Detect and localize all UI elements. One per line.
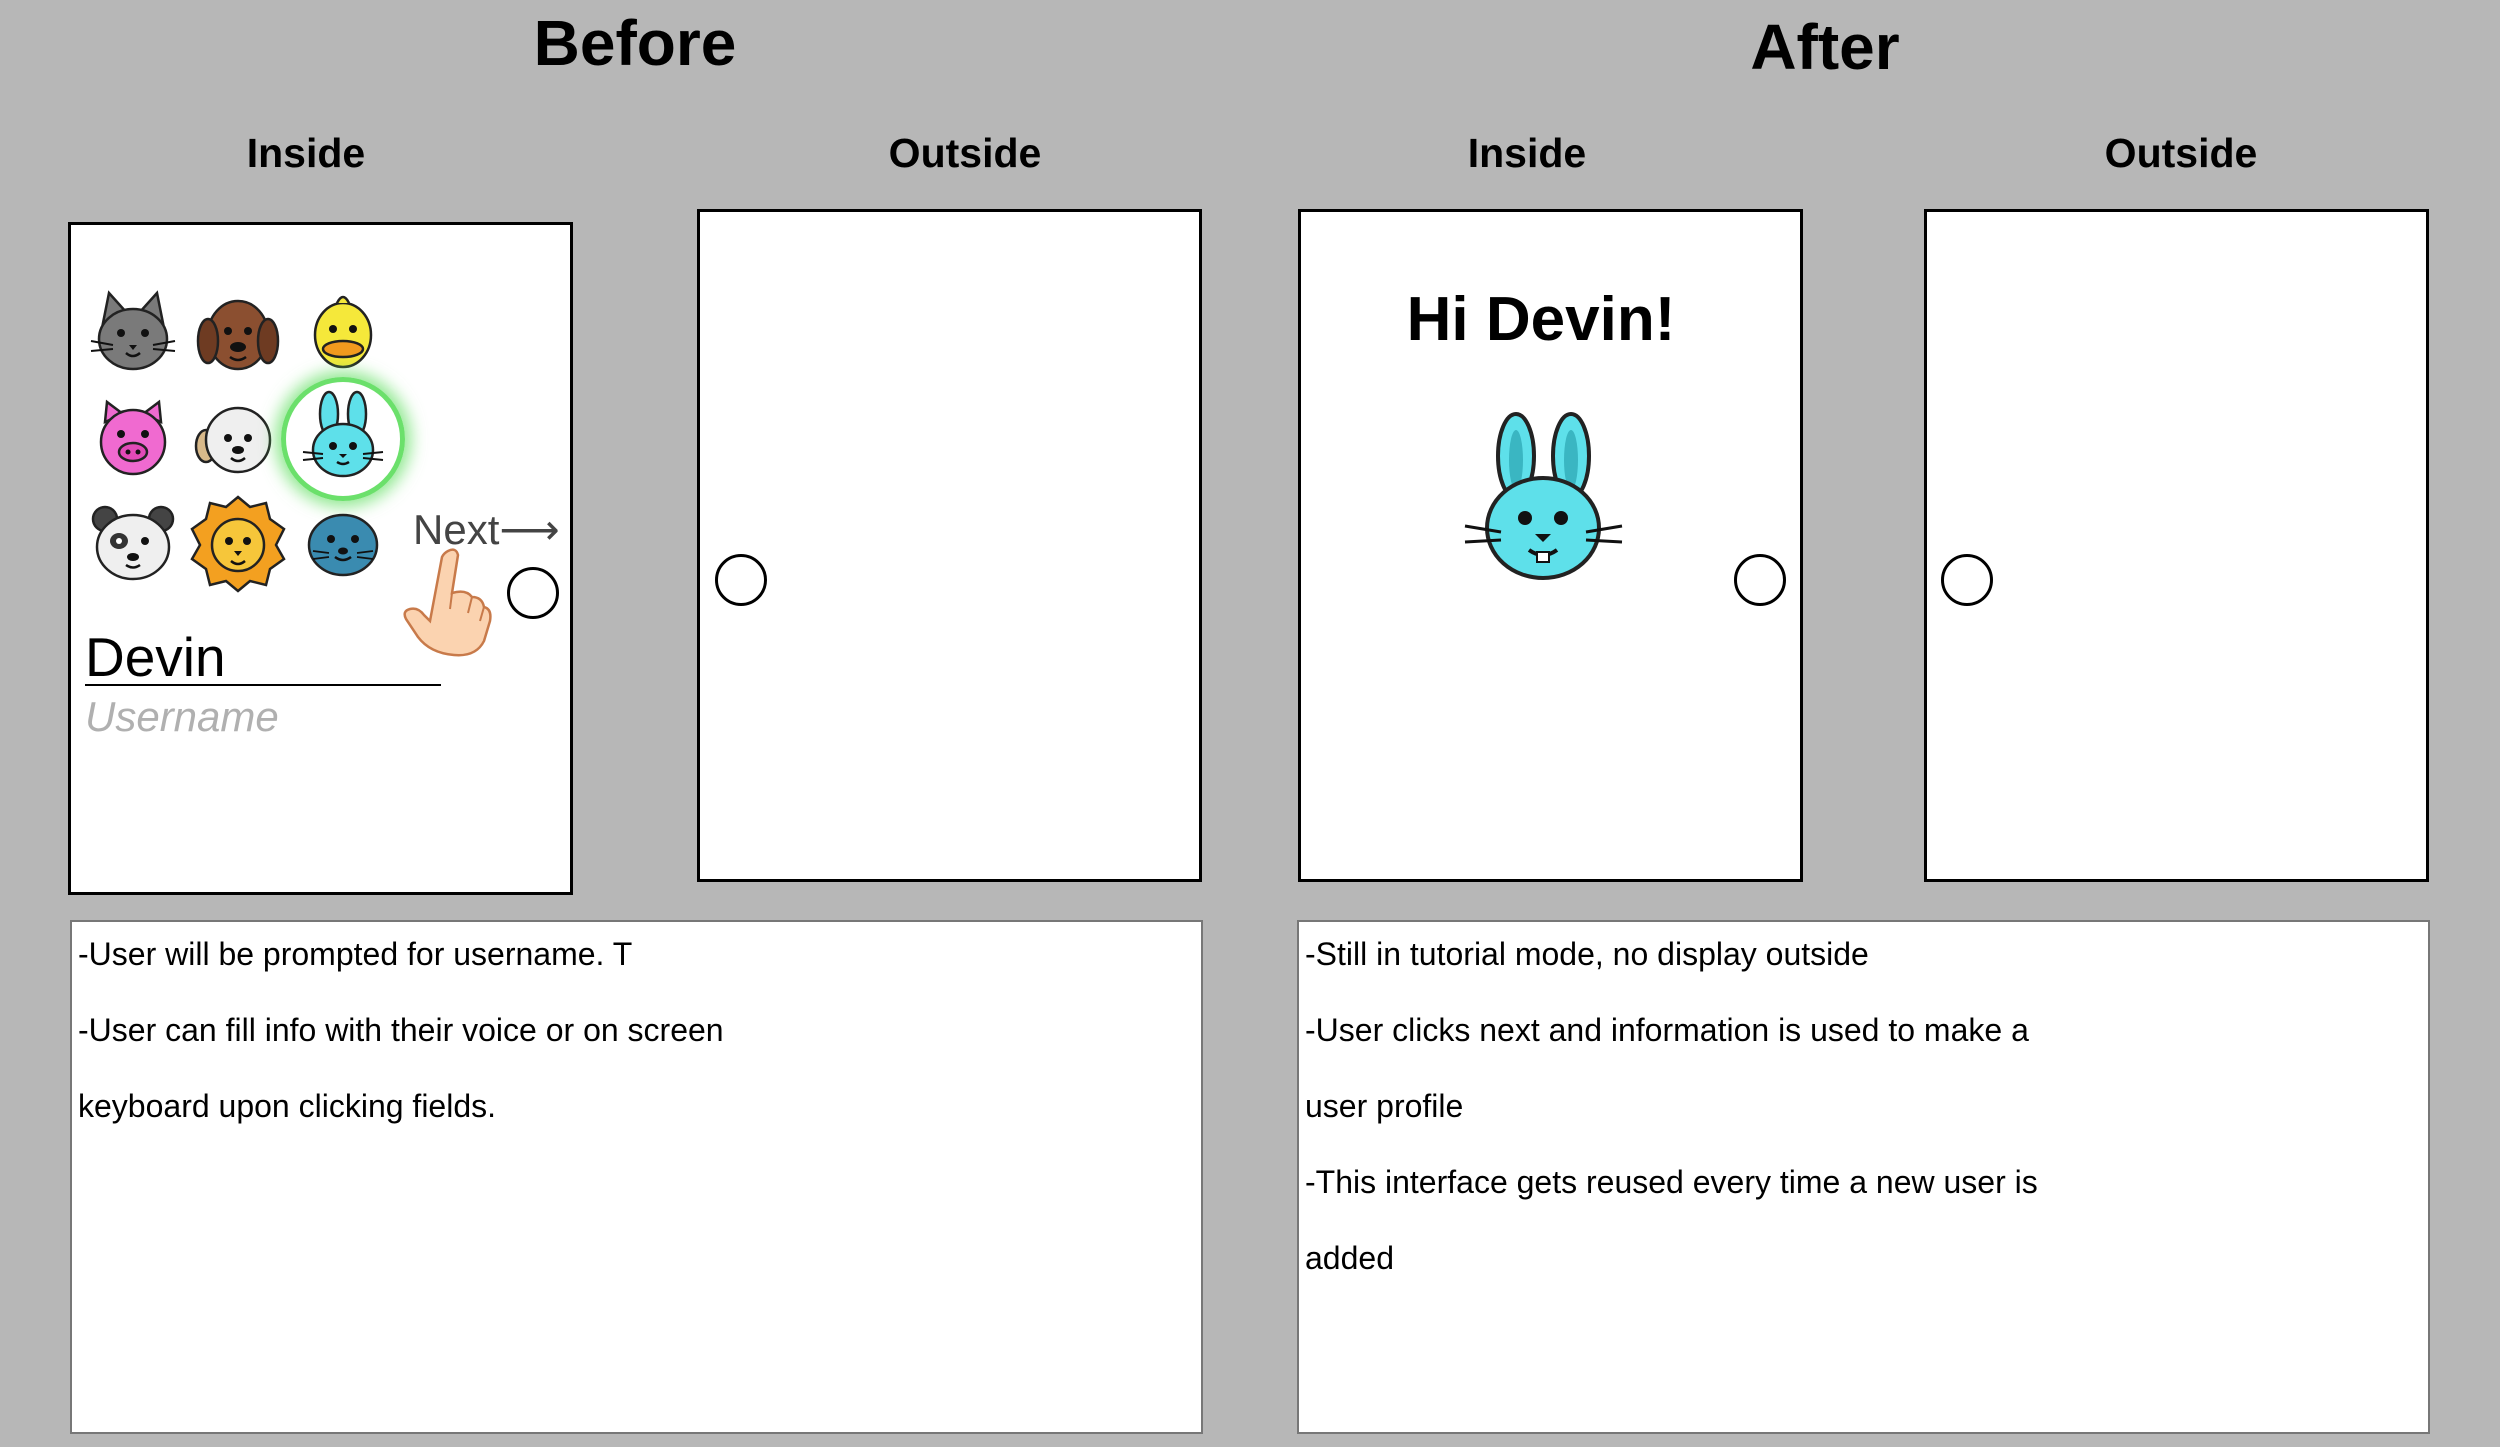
username-underline [85, 684, 441, 686]
after-outside-label: Outside [2104, 130, 2258, 176]
animal-grid [83, 283, 405, 603]
dog-avatar-icon[interactable] [188, 283, 288, 383]
door-handle [507, 567, 559, 619]
before-title: Before [533, 7, 737, 79]
after-inside-panel: Hi Devin! [1298, 209, 1803, 882]
after-inside-label: Inside [1467, 130, 1587, 176]
after-note-line: -Still in tutorial mode, no display outs… [1305, 936, 1869, 972]
before-outside-label: Outside [888, 130, 1042, 176]
seal-avatar-icon[interactable] [293, 493, 393, 593]
bunny-avatar-icon [1464, 412, 1623, 580]
bunny-avatar-icon[interactable] [293, 388, 393, 488]
after-notes: -Still in tutorial mode, no display outs… [1297, 920, 2430, 1434]
after-note-line: -User clicks next and information is use… [1305, 1012, 2029, 1048]
after-note-line: added [1305, 1240, 1394, 1276]
before-inside-panel: Next⟶ Devin Username [68, 222, 573, 895]
arrow-right-icon: ⟶ [499, 506, 560, 553]
lion-avatar-icon[interactable] [188, 493, 288, 593]
pig-avatar-icon[interactable] [83, 388, 183, 488]
before-inside-label: Inside [246, 130, 366, 176]
username-input[interactable]: Devin [85, 625, 226, 689]
after-outside-panel [1924, 209, 2429, 882]
before-note-line: -User will be prompted for username. T [78, 936, 633, 972]
before-notes: -User will be prompted for username. T -… [70, 920, 1203, 1434]
sheep-avatar-icon[interactable] [188, 388, 288, 488]
after-note-line: -This interface gets reused every time a… [1305, 1164, 2038, 1200]
before-note-line: keyboard upon clicking fields. [78, 1088, 497, 1124]
door-handle [1941, 554, 1993, 606]
username-field-label: Username [85, 693, 279, 740]
panda-avatar-icon[interactable] [83, 493, 183, 593]
after-note-line: user profile [1305, 1088, 1464, 1124]
after-title: After [1750, 11, 1900, 83]
greeting-heading: Hi Devin! [1406, 285, 1676, 354]
door-handle [715, 554, 767, 606]
cat-avatar-icon[interactable] [83, 283, 183, 383]
chick-avatar-icon[interactable] [293, 283, 393, 383]
door-handle [1734, 554, 1786, 606]
before-outside-panel [697, 209, 1202, 882]
before-note-line: -User can fill info with their voice or … [78, 1012, 724, 1048]
pointing-hand-icon [403, 548, 492, 657]
